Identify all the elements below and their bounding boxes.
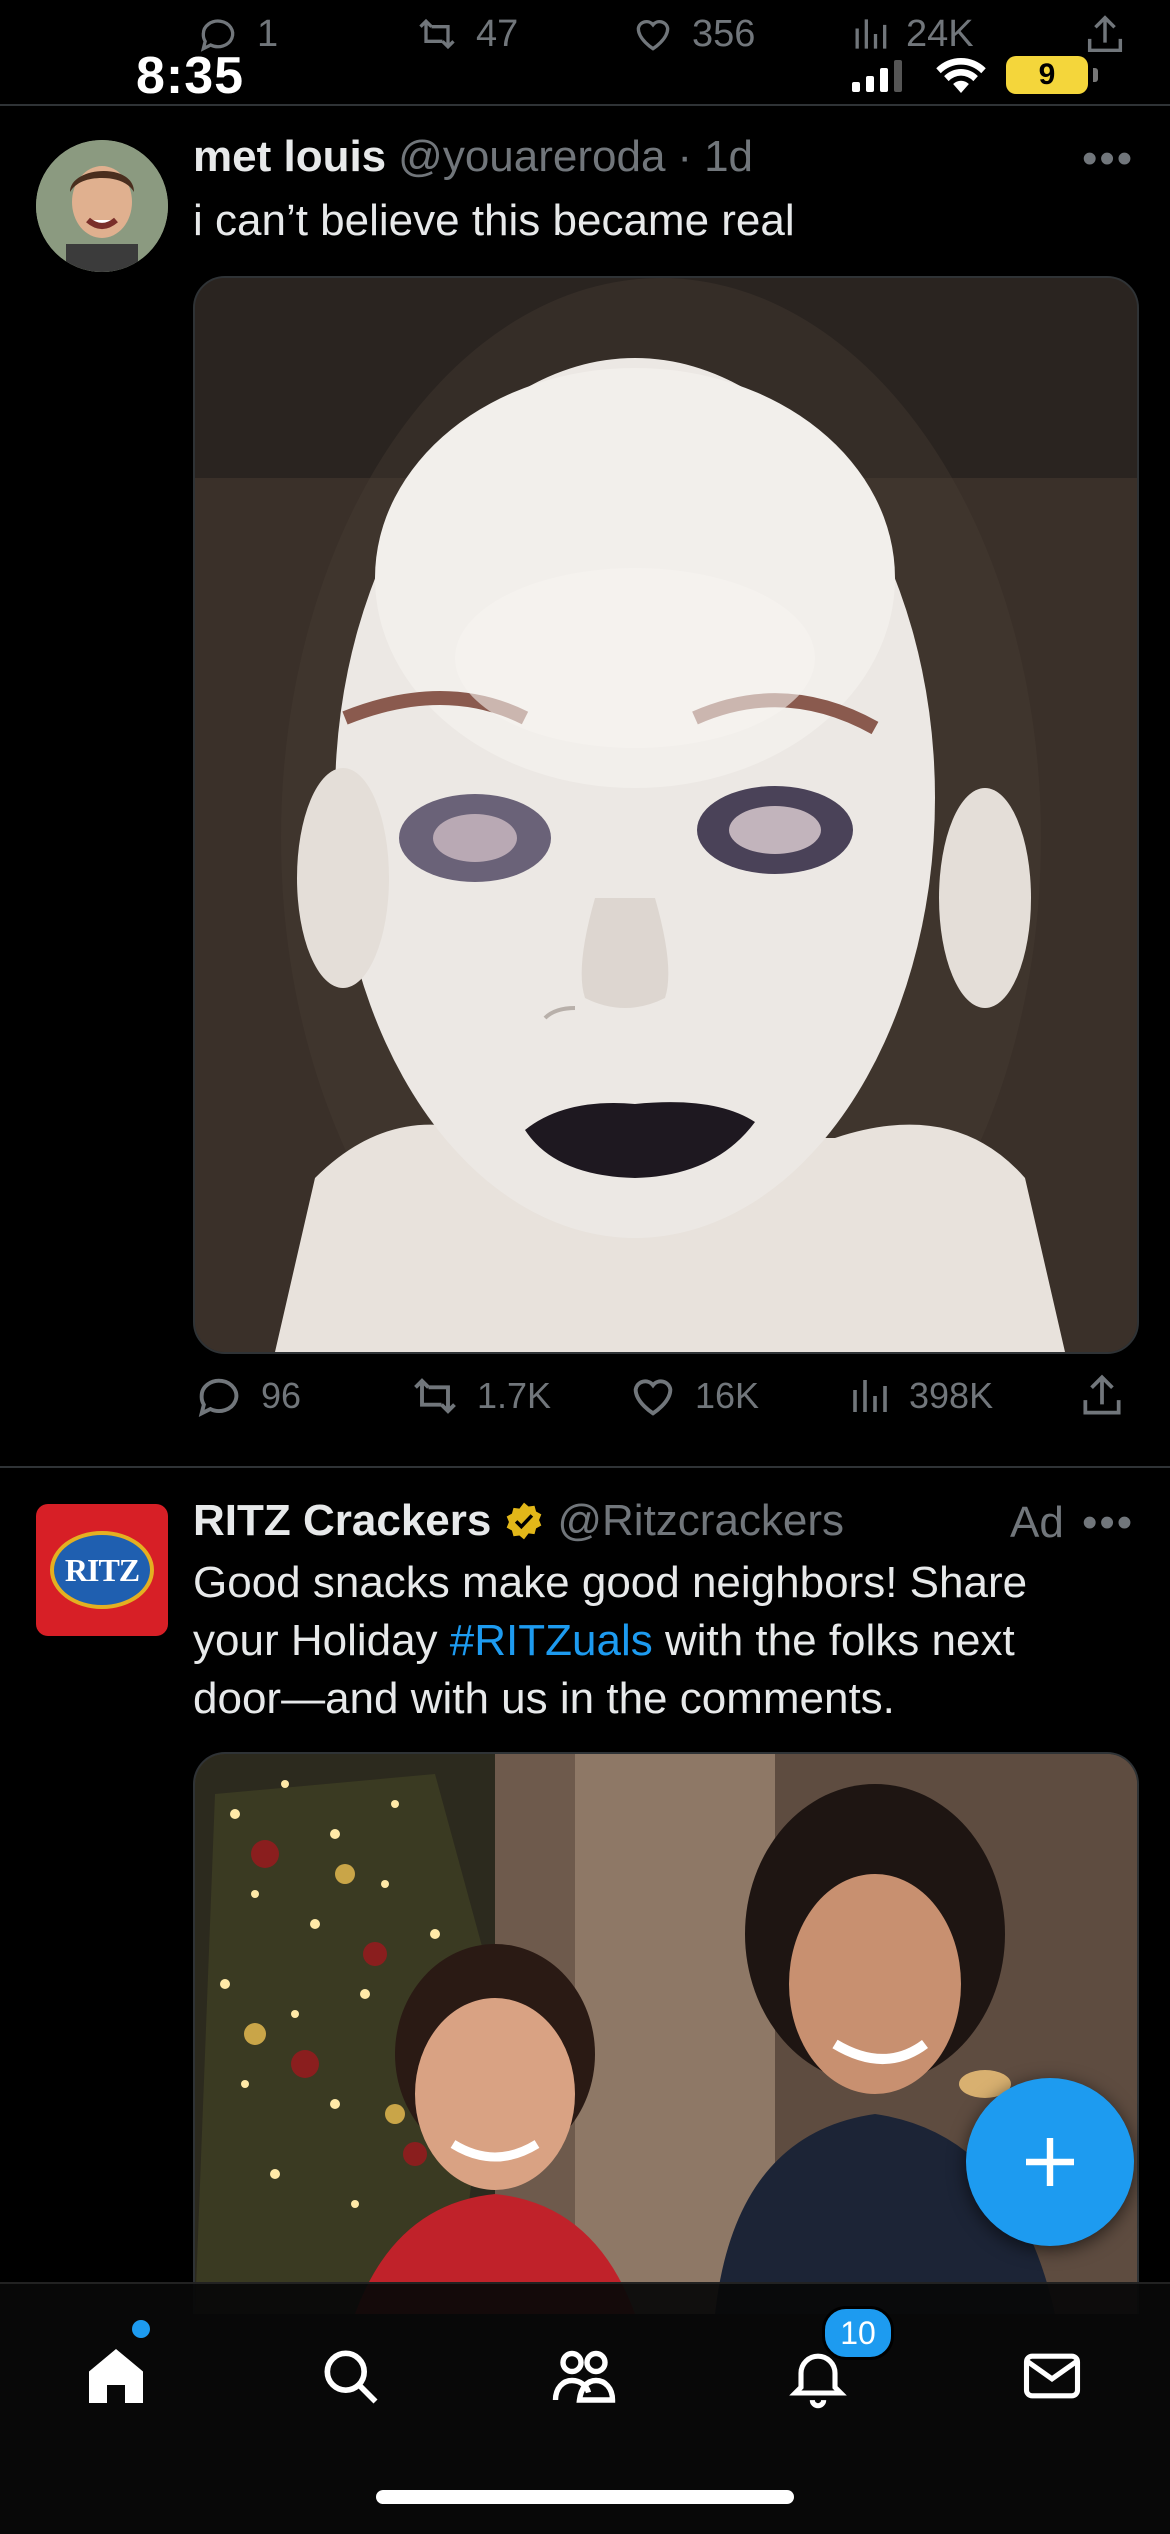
repost-icon [414, 1378, 456, 1414]
reply-button[interactable]: 96 [193, 1370, 301, 1422]
author-handle[interactable]: @youareroda [398, 132, 665, 182]
tab-communities[interactable] [534, 2326, 634, 2426]
wifi-icon [936, 57, 986, 93]
like-action[interactable]: 356 [628, 12, 755, 56]
photo-holiday-family [195, 1754, 1137, 2314]
reply-count: 1 [257, 12, 279, 55]
share-action[interactable] [1082, 12, 1128, 58]
ad-header: RITZ Crackers @Ritzcrackers [193, 1496, 844, 1546]
verified-badge-icon [507, 1502, 542, 1540]
ad-image[interactable] [193, 1752, 1139, 2314]
repost-count: 47 [476, 12, 519, 55]
compose-button[interactable] [966, 2078, 1134, 2246]
analytics-icon [855, 19, 887, 49]
tweet-age[interactable]: 1d [704, 132, 753, 182]
home-icon [89, 2349, 143, 2403]
cellular-signal-icon [852, 58, 902, 92]
reply-icon [198, 1378, 239, 1417]
share-button[interactable] [1077, 1370, 1127, 1422]
tweet-divider [0, 1466, 1170, 1468]
ritz-logo-avatar[interactable]: RITZ [36, 1504, 168, 1636]
author-name[interactable]: RITZ Crackers [193, 1496, 491, 1546]
reply-count: 96 [261, 1375, 302, 1416]
separator-dot: · [677, 132, 693, 181]
more-options-icon[interactable]: ••• [1082, 134, 1134, 184]
heart-icon [636, 19, 670, 51]
ad-label: Ad [1010, 1498, 1064, 1547]
like-count: 16K [695, 1375, 760, 1416]
more-options-icon[interactable]: ••• [1082, 1498, 1134, 1548]
repost-action[interactable]: 47 [412, 12, 518, 56]
home-indicator [376, 2490, 794, 2504]
repost-count: 1.7K [477, 1375, 552, 1416]
analytics-icon [853, 1380, 887, 1412]
profile-photo [36, 140, 168, 272]
ad-text: Good snacks make good neighbors! Share y… [193, 1554, 1093, 1728]
status-time: 8:35 [136, 47, 245, 105]
share-icon [1087, 15, 1123, 53]
tweet-header: met louis @youareroda · 1d [193, 132, 753, 182]
photo-bald-face [195, 278, 1137, 1352]
ritz-logo-text: RITZ [64, 1551, 140, 1588]
communities-icon [552, 2350, 616, 2403]
repost-button[interactable]: 1.7K [409, 1370, 551, 1422]
home-unread-dot [132, 2320, 150, 2338]
top-divider [0, 104, 1170, 106]
heart-icon [633, 1379, 673, 1416]
like-button[interactable]: 16K [627, 1370, 759, 1422]
author-handle[interactable]: @Ritzcrackers [557, 1496, 844, 1546]
avatar[interactable] [36, 140, 168, 272]
notifications-count-badge: 10 [822, 2306, 894, 2360]
mail-icon [1023, 2353, 1081, 2399]
tweet-text: i can’t believe this became real [193, 196, 795, 245]
tab-home[interactable] [66, 2326, 166, 2426]
tab-search[interactable] [300, 2326, 400, 2426]
repost-icon [419, 18, 455, 50]
tweet-action-bar: 96 1.7K 16K 398K [193, 1370, 1135, 1430]
views-count: 24K [906, 12, 974, 55]
author-name[interactable]: met louis [193, 132, 386, 182]
tab-messages[interactable] [1002, 2326, 1102, 2426]
views-action[interactable]: 24K [848, 12, 974, 56]
hashtag-link[interactable]: #RITZuals [450, 1616, 653, 1665]
views-count: 398K [909, 1375, 994, 1416]
search-icon [324, 2350, 378, 2404]
like-count: 356 [692, 12, 756, 55]
share-icon [1083, 1374, 1121, 1415]
tweet-image[interactable] [193, 276, 1139, 1354]
ritz-logo: RITZ [50, 1531, 154, 1609]
views-button[interactable]: 398K [845, 1370, 993, 1422]
plus-icon [1026, 2138, 1074, 2186]
battery-indicator: 9 [1006, 56, 1098, 94]
